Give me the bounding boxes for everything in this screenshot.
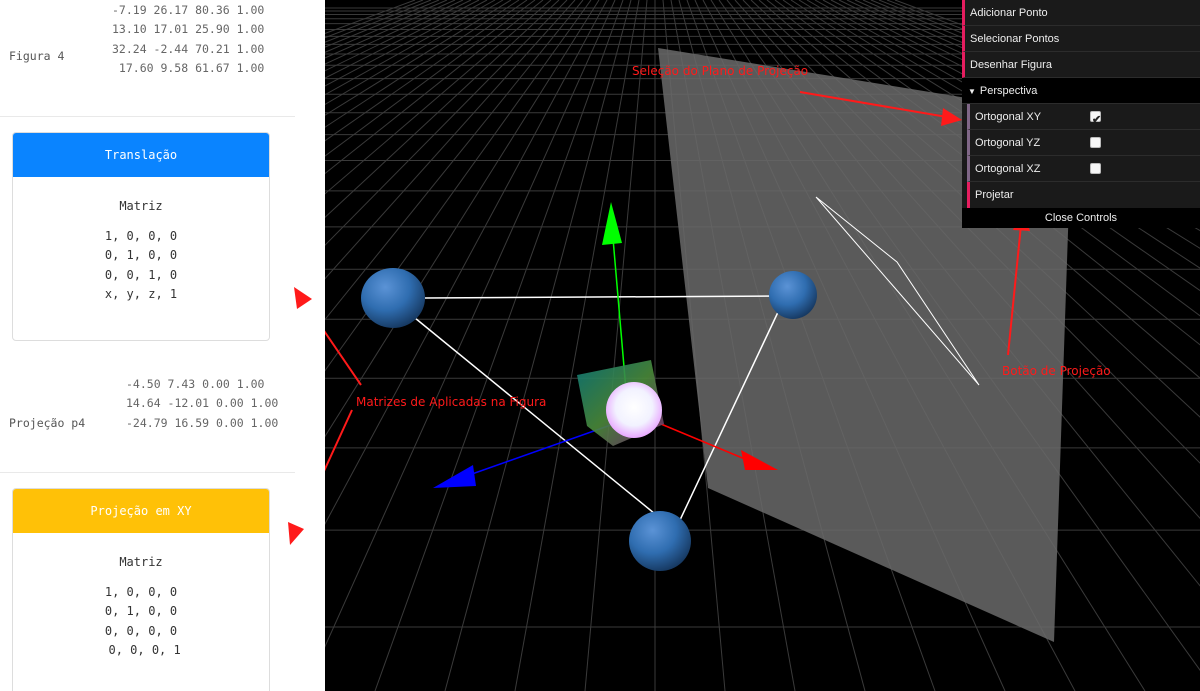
ortho-yz-label: Ortogonal YZ [975,137,1041,149]
vertex-sphere[interactable] [769,271,817,319]
matrix-row: -4.50 7.43 0.00 1.00 [126,377,265,391]
grid-line [584,0,648,691]
annotation-plane-selection: Seleção do Plano de Projeção [632,64,809,78]
matrix-row: 0, 1, 0, 0 [104,248,178,263]
grid-line [325,0,584,321]
grid-line [325,0,464,65]
perspective-folder[interactable]: ▼ Perspectiva [962,78,1200,104]
ortho-xy-toggle[interactable]: Ortogonal XY ✔ [967,104,1200,130]
matrix-row: 1, 0, 0, 0 [104,585,178,599]
project-button[interactable]: Projetar [967,182,1200,208]
close-controls-button[interactable]: Close Controls [962,208,1200,228]
projection-card: Projeção em XY Matriz 1, 0, 0, 0 0, 1, 0… [12,488,270,691]
grid-line [325,0,496,96]
matrix-row: 14.64 -12.01 0.00 1.00 [126,396,279,411]
figure-4-rows: -7.19 26.17 80.36 1.00 13.10 17.01 25.90… [112,1,264,79]
annotation-arrow-stubs [288,287,312,545]
project-row: Projetar [962,182,1200,208]
matrix-title: Matriz [119,555,163,569]
axis-y-arrowhead [602,202,622,245]
matrix-panel: Figura 4 -7.19 26.17 80.36 1.00 13.10 17… [0,0,325,691]
triangle-down-icon: ▼ [968,87,976,96]
figure-4-label: Figura 4 [9,49,65,63]
translation-card-body: Matriz 1, 0, 0, 0 0, 1, 0, 0 0, 0, 1, 0 … [13,199,269,305]
annotation-applied-matrices: Matrizes de Aplicadas na Figura [356,395,547,409]
projection-p4-matrix: Projeção p4 -4.50 7.43 0.00 1.00 14.64 -… [0,370,295,460]
ortho-yz-toggle[interactable]: Ortogonal YZ [967,130,1200,156]
matrix-row: 0, 1, 0, 0 [104,604,178,619]
ortho-xy-label: Ortogonal XY [975,111,1042,123]
grid-line [325,0,480,79]
grid-line [325,0,600,438]
matrix-row: 1, 0, 0, 0 [104,229,178,243]
grid-line [325,0,528,142]
grid-line [325,0,512,116]
add-point-button[interactable]: Adicionar Ponto [962,0,1200,26]
divider [0,116,295,117]
draw-figure-button[interactable]: Desenhar Figura [962,52,1200,78]
grid-line [325,0,544,175]
translation-card: Translação Matriz 1, 0, 0, 0 0, 1, 0, 0 … [12,132,270,341]
center-light-sphere [606,382,662,438]
projection-card-body: Matriz 1, 0, 0, 0 0, 1, 0, 0 0, 0, 0, 0 … [13,555,269,661]
matrix-row: 32.24 -2.44 70.21 1.00 [112,41,265,56]
grid-line [325,0,608,525]
projection-card-header: Projeção em XY [13,489,269,533]
annotation-projection-button: Botão de Projeção [1002,364,1111,378]
vertex-sphere[interactable] [629,511,691,571]
controls-panel: Adicionar Ponto Selecionar Pontos Desenh… [962,0,1200,228]
perspective-folder-label: Perspectiva [979,85,1038,97]
select-points-button[interactable]: Selecionar Pontos [962,26,1200,52]
matrix-row: x, y, z, 1 [104,287,178,302]
vertex-sphere[interactable] [361,268,425,328]
matrix-row: 0, 0, 0, 1 [101,643,181,658]
ortho-xy-checkbox[interactable]: ✔ [1090,111,1101,126]
ortho-xz-checkbox[interactable] [1090,163,1101,174]
matrix-row: 0, 0, 0, 0 [104,623,178,638]
grid-line [444,0,632,691]
grid-line [325,0,520,128]
matrix-row: -24.79 16.59 0.00 1.00 [126,415,279,430]
divider [0,472,295,473]
grid-line [325,0,488,87]
matrix-row: 13.10 17.01 25.90 1.00 [112,22,265,37]
ortho-xz-label: Ortogonal XZ [975,163,1041,175]
matrix-row: 17.60 9.58 61.67 1.00 [112,61,265,76]
ortho-yz-checkbox[interactable] [1090,137,1101,148]
projection-p4-rows: -4.50 7.43 0.00 1.00 14.64 -12.01 0.00 1… [112,375,278,433]
matrix-title: Matriz [119,199,163,213]
projection-p4-label: Projeção p4 [9,416,86,430]
matrix-row: 0, 0, 1, 0 [104,267,178,282]
matrix-row: -7.19 26.17 80.36 1.00 [112,3,265,17]
grid-line [325,0,616,648]
translation-card-header: Translação [13,133,269,177]
figure-4-matrix: Figura 4 -7.19 26.17 80.36 1.00 13.10 17… [0,0,295,115]
ortho-xz-toggle[interactable]: Ortogonal XZ [967,156,1200,182]
